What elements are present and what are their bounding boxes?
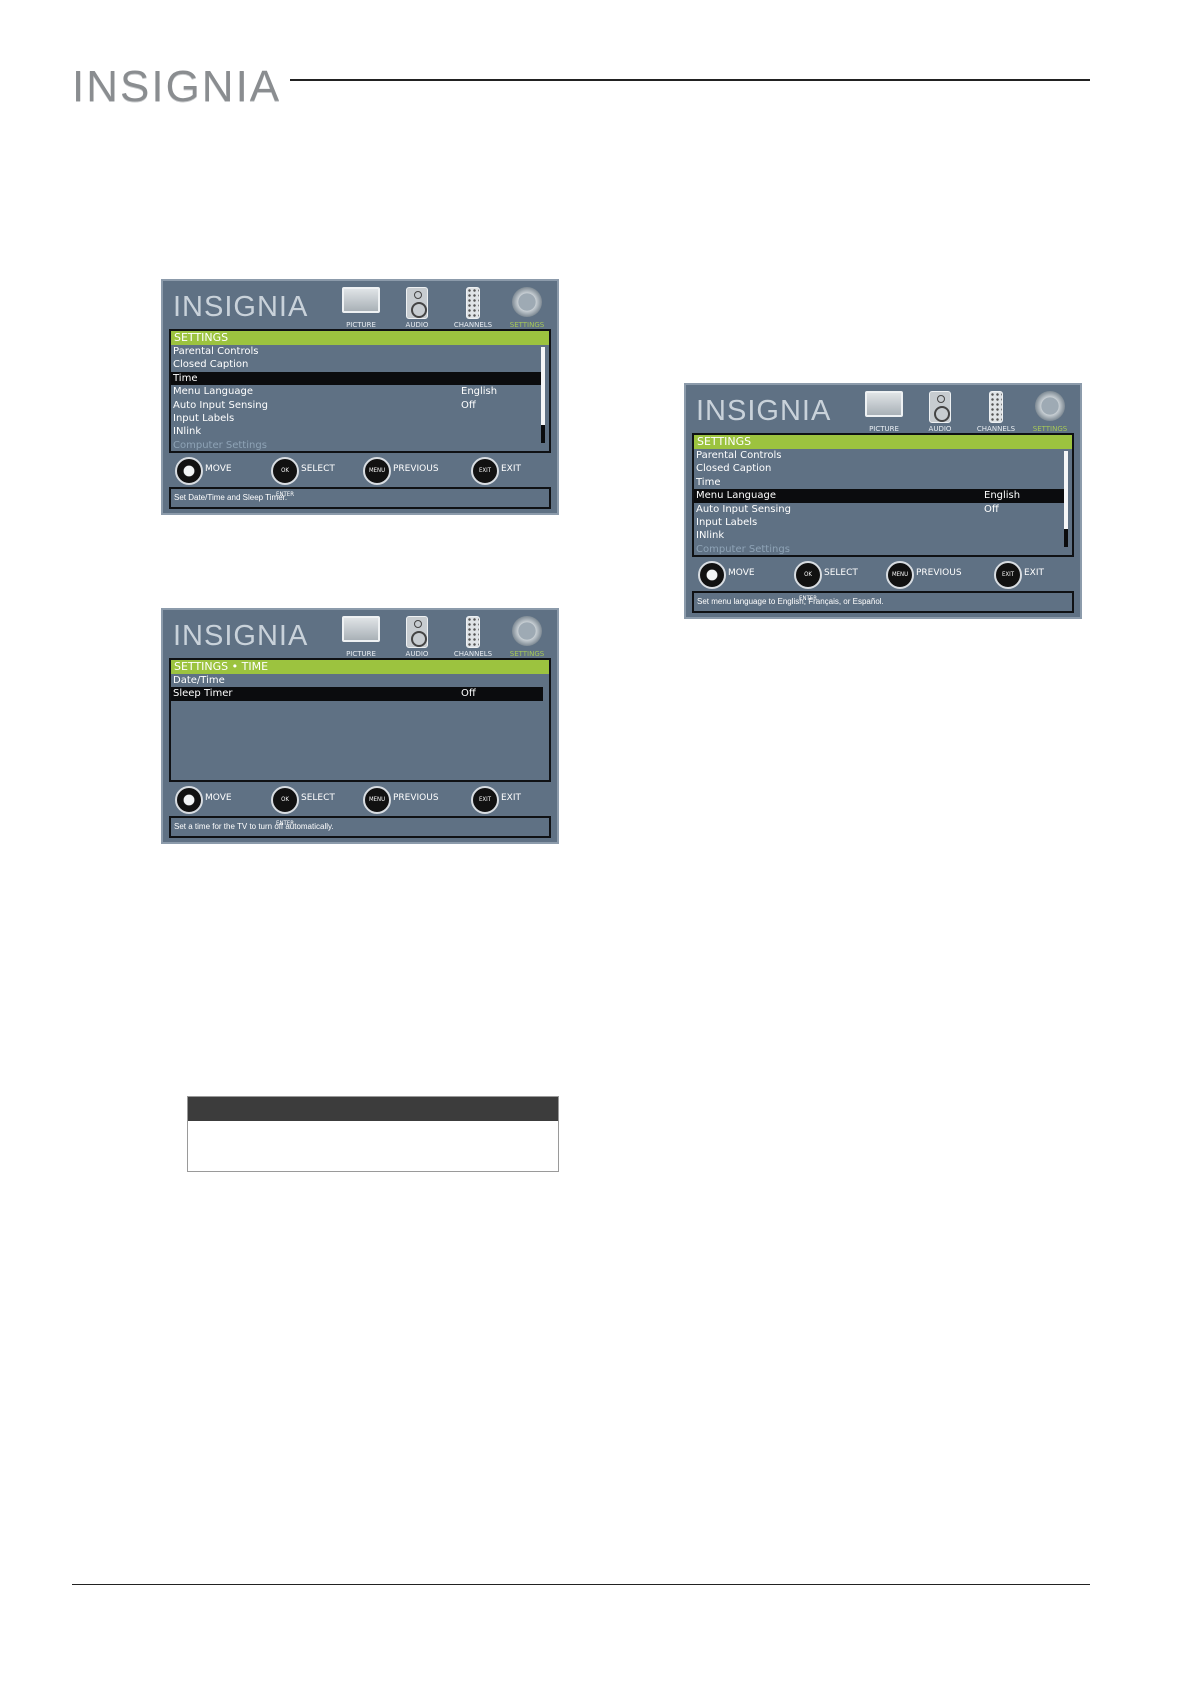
- tv-brand-logo: INSIGNIA: [696, 395, 832, 427]
- menu-item[interactable]: Closed Caption: [171, 358, 543, 371]
- tv-brand-logo: INSIGNIA: [173, 291, 309, 323]
- dpad-icon: [175, 786, 203, 814]
- tab-settings[interactable]: SETTINGS: [499, 614, 555, 658]
- help-text: Set menu language to English, Français, …: [692, 591, 1074, 613]
- menu-item[interactable]: Menu Language English: [171, 385, 543, 398]
- menu-item[interactable]: Time: [694, 476, 1066, 489]
- ok-enter-icon: OK ENTER: [271, 786, 299, 827]
- note-box: [187, 1096, 559, 1172]
- dpad-icon: [698, 561, 726, 589]
- tv-menu-screenshot-settings: INSIGNIA PICTURE AUDIO CHANNELS SETTINGS…: [161, 279, 559, 515]
- menu-item-selected[interactable]: Time: [171, 371, 543, 386]
- tv-icon: [342, 616, 380, 642]
- menu-button-icon: MENU: [363, 457, 391, 485]
- tv-menu-screenshot-time: INSIGNIA PICTURE AUDIO CHANNELS SETTINGS…: [161, 608, 559, 844]
- remote-icon: [466, 616, 480, 648]
- help-text: Set a time for the TV to turn off automa…: [169, 816, 551, 838]
- gear-icon: [512, 287, 542, 317]
- menu-item-selected[interactable]: Menu Language English: [694, 489, 1066, 503]
- scrollbar[interactable]: [541, 347, 545, 443]
- panel-title: SETTINGS: [171, 331, 549, 345]
- tab-audio[interactable]: AUDIO: [912, 389, 968, 433]
- exit-button-icon: EXIT: [471, 457, 499, 485]
- insignia-logo: INSIGNIA: [72, 62, 282, 111]
- menu-item[interactable]: INlink: [694, 529, 1066, 542]
- menu-item-disabled: Computer Settings: [173, 439, 267, 451]
- help-text: Set Date/Time and Sleep Timer.: [169, 487, 551, 509]
- menu-tabs: PICTURE AUDIO CHANNELS SETTINGS: [329, 285, 555, 329]
- menu-button-icon: MENU: [363, 786, 391, 814]
- tv-icon: [342, 287, 380, 313]
- panel-title: SETTINGS: [694, 435, 1072, 449]
- ok-enter-icon: OK ENTER: [794, 561, 822, 602]
- footer-rule: [72, 1584, 1090, 1585]
- menu-item[interactable]: Parental Controls: [171, 345, 543, 358]
- header-rule: [290, 79, 1090, 81]
- gear-icon: [1035, 391, 1065, 421]
- tab-channels[interactable]: CHANNELS: [445, 285, 501, 329]
- tab-picture[interactable]: PICTURE: [856, 389, 912, 433]
- menu-item-disabled: Computer Settings: [696, 543, 790, 555]
- tab-audio[interactable]: AUDIO: [389, 285, 445, 329]
- menu-tabs: PICTURE AUDIO CHANNELS SETTINGS: [329, 614, 555, 658]
- menu-item[interactable]: Input Labels: [694, 516, 1066, 529]
- remote-nav-legend: MOVE OK ENTER SELECT MENU PREVIOUS EXIT EXI…: [175, 786, 545, 827]
- tv-menu-screenshot-menu-language: INSIGNIA PICTURE AUDIO CHANNELS SETTINGS…: [684, 383, 1082, 619]
- remote-nav-legend: MOVE OK ENTER SELECT MENU PREVIOUS EXIT EXI…: [698, 561, 1068, 602]
- settings-panel: SETTINGS Parental Controls Closed Captio…: [692, 433, 1074, 557]
- dpad-icon: [175, 457, 203, 485]
- remote-nav-legend: MOVE OK ENTER SELECT MENU PREVIOUS EXIT EXI…: [175, 457, 545, 498]
- panel-title: SETTINGS • TIME: [171, 660, 549, 674]
- tab-settings[interactable]: SETTINGS: [499, 285, 555, 329]
- note-header: [188, 1097, 558, 1121]
- menu-tabs: PICTURE AUDIO CHANNELS SETTINGS: [852, 389, 1078, 433]
- speaker-icon: [406, 287, 428, 319]
- gear-icon: [512, 616, 542, 646]
- speaker-icon: [406, 616, 428, 648]
- menu-item[interactable]: Input Labels: [171, 412, 543, 425]
- menu-item[interactable]: Auto Input Sensing Off: [694, 503, 1066, 516]
- menu-item[interactable]: Date/Time: [171, 674, 543, 687]
- settings-time-panel: SETTINGS • TIME Date/Time Sleep Timer Off: [169, 658, 551, 782]
- ok-enter-icon: OK ENTER: [271, 457, 299, 498]
- remote-icon: [466, 287, 480, 319]
- tab-audio[interactable]: AUDIO: [389, 614, 445, 658]
- tab-settings[interactable]: SETTINGS: [1022, 389, 1078, 433]
- settings-panel: SETTINGS Parental Controls Closed Captio…: [169, 329, 551, 453]
- menu-item[interactable]: Parental Controls: [694, 449, 1066, 462]
- remote-icon: [989, 391, 1003, 423]
- tv-icon: [865, 391, 903, 417]
- tv-brand-logo: INSIGNIA: [173, 620, 309, 652]
- scrollbar[interactable]: [1064, 451, 1068, 547]
- tab-picture[interactable]: PICTURE: [333, 285, 389, 329]
- menu-item[interactable]: Auto Input Sensing Off: [171, 399, 543, 412]
- exit-button-icon: EXIT: [994, 561, 1022, 589]
- tab-channels[interactable]: CHANNELS: [445, 614, 501, 658]
- menu-item-selected[interactable]: Sleep Timer Off: [171, 687, 543, 701]
- tab-channels[interactable]: CHANNELS: [968, 389, 1024, 433]
- menu-button-icon: MENU: [886, 561, 914, 589]
- menu-item[interactable]: INlink: [171, 425, 543, 438]
- menu-item[interactable]: Closed Caption: [694, 462, 1066, 475]
- exit-button-icon: EXIT: [471, 786, 499, 814]
- tab-picture[interactable]: PICTURE: [333, 614, 389, 658]
- speaker-icon: [929, 391, 951, 423]
